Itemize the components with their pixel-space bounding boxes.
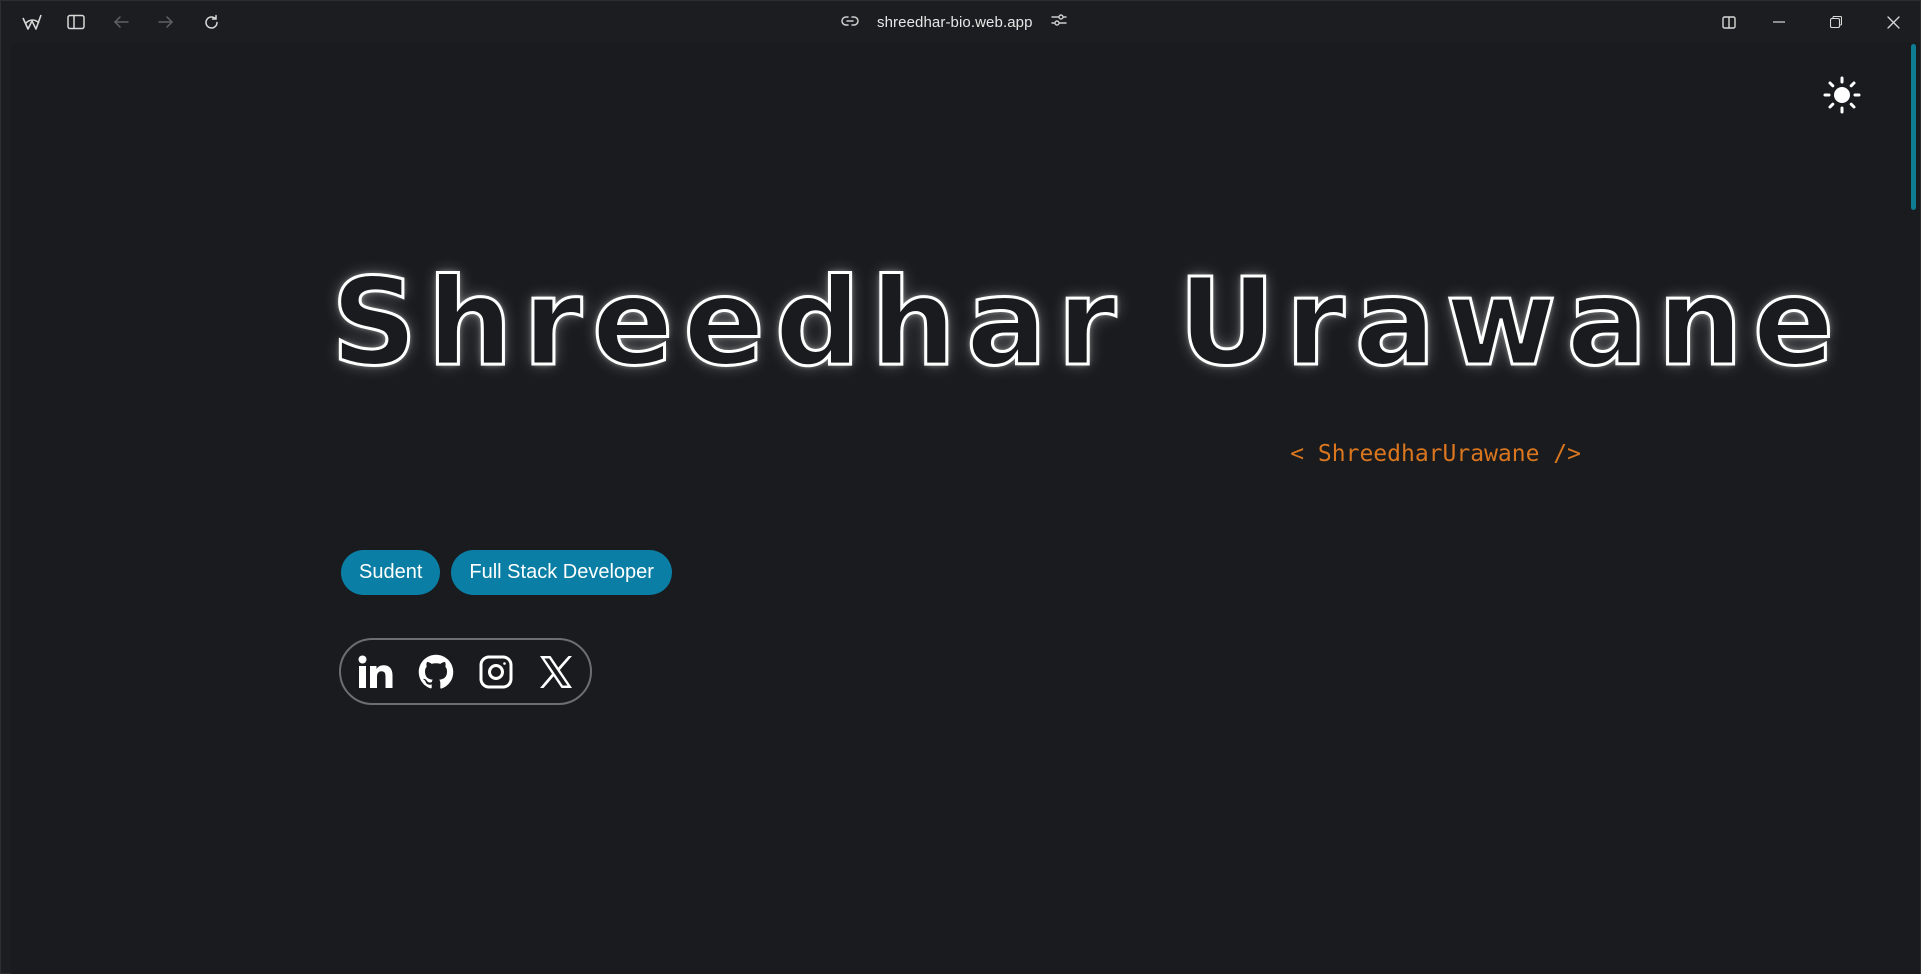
instagram-icon[interactable]: [477, 653, 515, 691]
linkedin-icon[interactable]: [357, 653, 395, 691]
reload-icon[interactable]: [197, 9, 225, 35]
address-bar[interactable]: shreedhar-bio.web.app: [841, 8, 1067, 36]
page-scrollbar[interactable]: [1908, 42, 1920, 974]
app-logo-icon[interactable]: [18, 9, 46, 35]
social-links: [339, 638, 592, 705]
browser-window: shreedhar-bio.web.app Shreedhar Urawane …: [0, 0, 1921, 974]
url-text[interactable]: shreedhar-bio.web.app: [877, 14, 1033, 31]
link-icon: [841, 14, 859, 31]
github-icon[interactable]: [417, 653, 455, 691]
restore-icon[interactable]: [1822, 9, 1850, 35]
handle-text: < ShreedharUrawane />: [1290, 441, 1581, 467]
minimize-icon[interactable]: [1765, 9, 1793, 35]
sun-icon[interactable]: [1821, 74, 1863, 116]
x-icon[interactable]: [537, 653, 575, 691]
scrollbar-thumb[interactable]: [1911, 44, 1916, 210]
sidebar-toggle-icon[interactable]: [62, 9, 90, 35]
browser-titlebar: shreedhar-bio.web.app: [1, 1, 1920, 42]
tag-full-stack-developer[interactable]: Full Stack Developer: [451, 550, 672, 595]
back-arrow-icon[interactable]: [107, 9, 135, 35]
sliders-icon[interactable]: [1050, 13, 1067, 31]
split-view-icon[interactable]: [1715, 9, 1743, 35]
hero-name: Shreedhar Urawane: [330, 254, 1845, 393]
tag-student[interactable]: Sudent: [341, 550, 441, 595]
page-viewport: [11, 42, 1908, 974]
close-icon[interactable]: [1879, 9, 1907, 35]
role-tags: Sudent Full Stack Developer: [341, 550, 672, 595]
forward-arrow-icon[interactable]: [152, 9, 180, 35]
